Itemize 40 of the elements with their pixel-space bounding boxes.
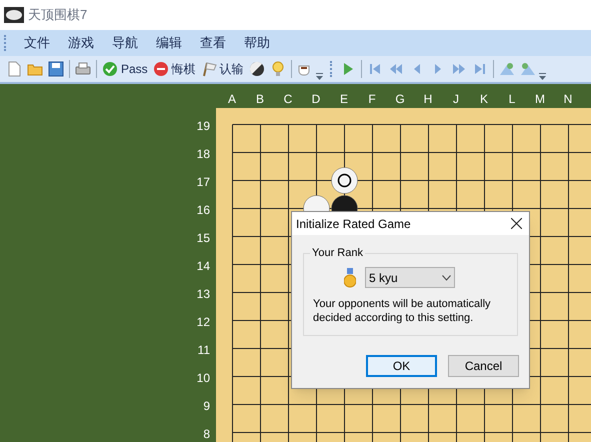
column-label: L: [508, 91, 516, 108]
column-label: H: [422, 91, 434, 108]
column-label: M: [534, 91, 546, 108]
column-label: G: [394, 91, 406, 108]
row-label: 17: [196, 174, 210, 191]
column-label: F: [367, 91, 377, 108]
row-label: 15: [196, 230, 210, 247]
row-label: 10: [196, 370, 210, 387]
column-label: N: [562, 91, 574, 108]
row-label: 12: [196, 314, 210, 331]
window-title: 天顶围棋7: [28, 6, 88, 24]
row-label: 18: [196, 146, 210, 163]
menu-item[interactable]: 帮助: [235, 33, 279, 53]
row-label: 9: [202, 398, 210, 415]
row-label: 16: [196, 202, 210, 219]
dialog-message: Your opponents will be automatically decided according to this setting.: [313, 297, 492, 325]
dialog-button[interactable]: OK: [366, 355, 437, 377]
column-label: C: [282, 91, 294, 108]
toolbar-button[interactable]: 悔棋: [150, 60, 198, 78]
row-label: 14: [196, 258, 210, 275]
row-label: 11: [196, 342, 210, 359]
menu-item[interactable]: 导航: [103, 33, 147, 53]
column-label: E: [338, 91, 349, 108]
menu-item[interactable]: 查看: [191, 33, 235, 53]
column-label: B: [254, 91, 265, 108]
menu-item[interactable]: 游戏: [59, 33, 103, 53]
row-label: 13: [196, 286, 210, 303]
menu-item[interactable]: 编辑: [147, 33, 191, 53]
column-label: K: [478, 91, 489, 108]
column-label: A: [226, 91, 237, 108]
column-label: J: [452, 91, 460, 108]
menu-item[interactable]: 文件: [15, 33, 59, 53]
toolbar-button[interactable]: 认输: [198, 60, 246, 78]
row-label: 19: [196, 118, 210, 135]
column-label: D: [310, 91, 322, 108]
dialog-button[interactable]: Cancel: [448, 355, 519, 377]
toolbar-button[interactable]: Pass: [100, 60, 150, 78]
row-label: 8: [202, 426, 210, 442]
rank-dropdown[interactable]: 5 kyu: [365, 267, 455, 288]
dialog-title: Initialize Rated Game: [296, 216, 411, 232]
